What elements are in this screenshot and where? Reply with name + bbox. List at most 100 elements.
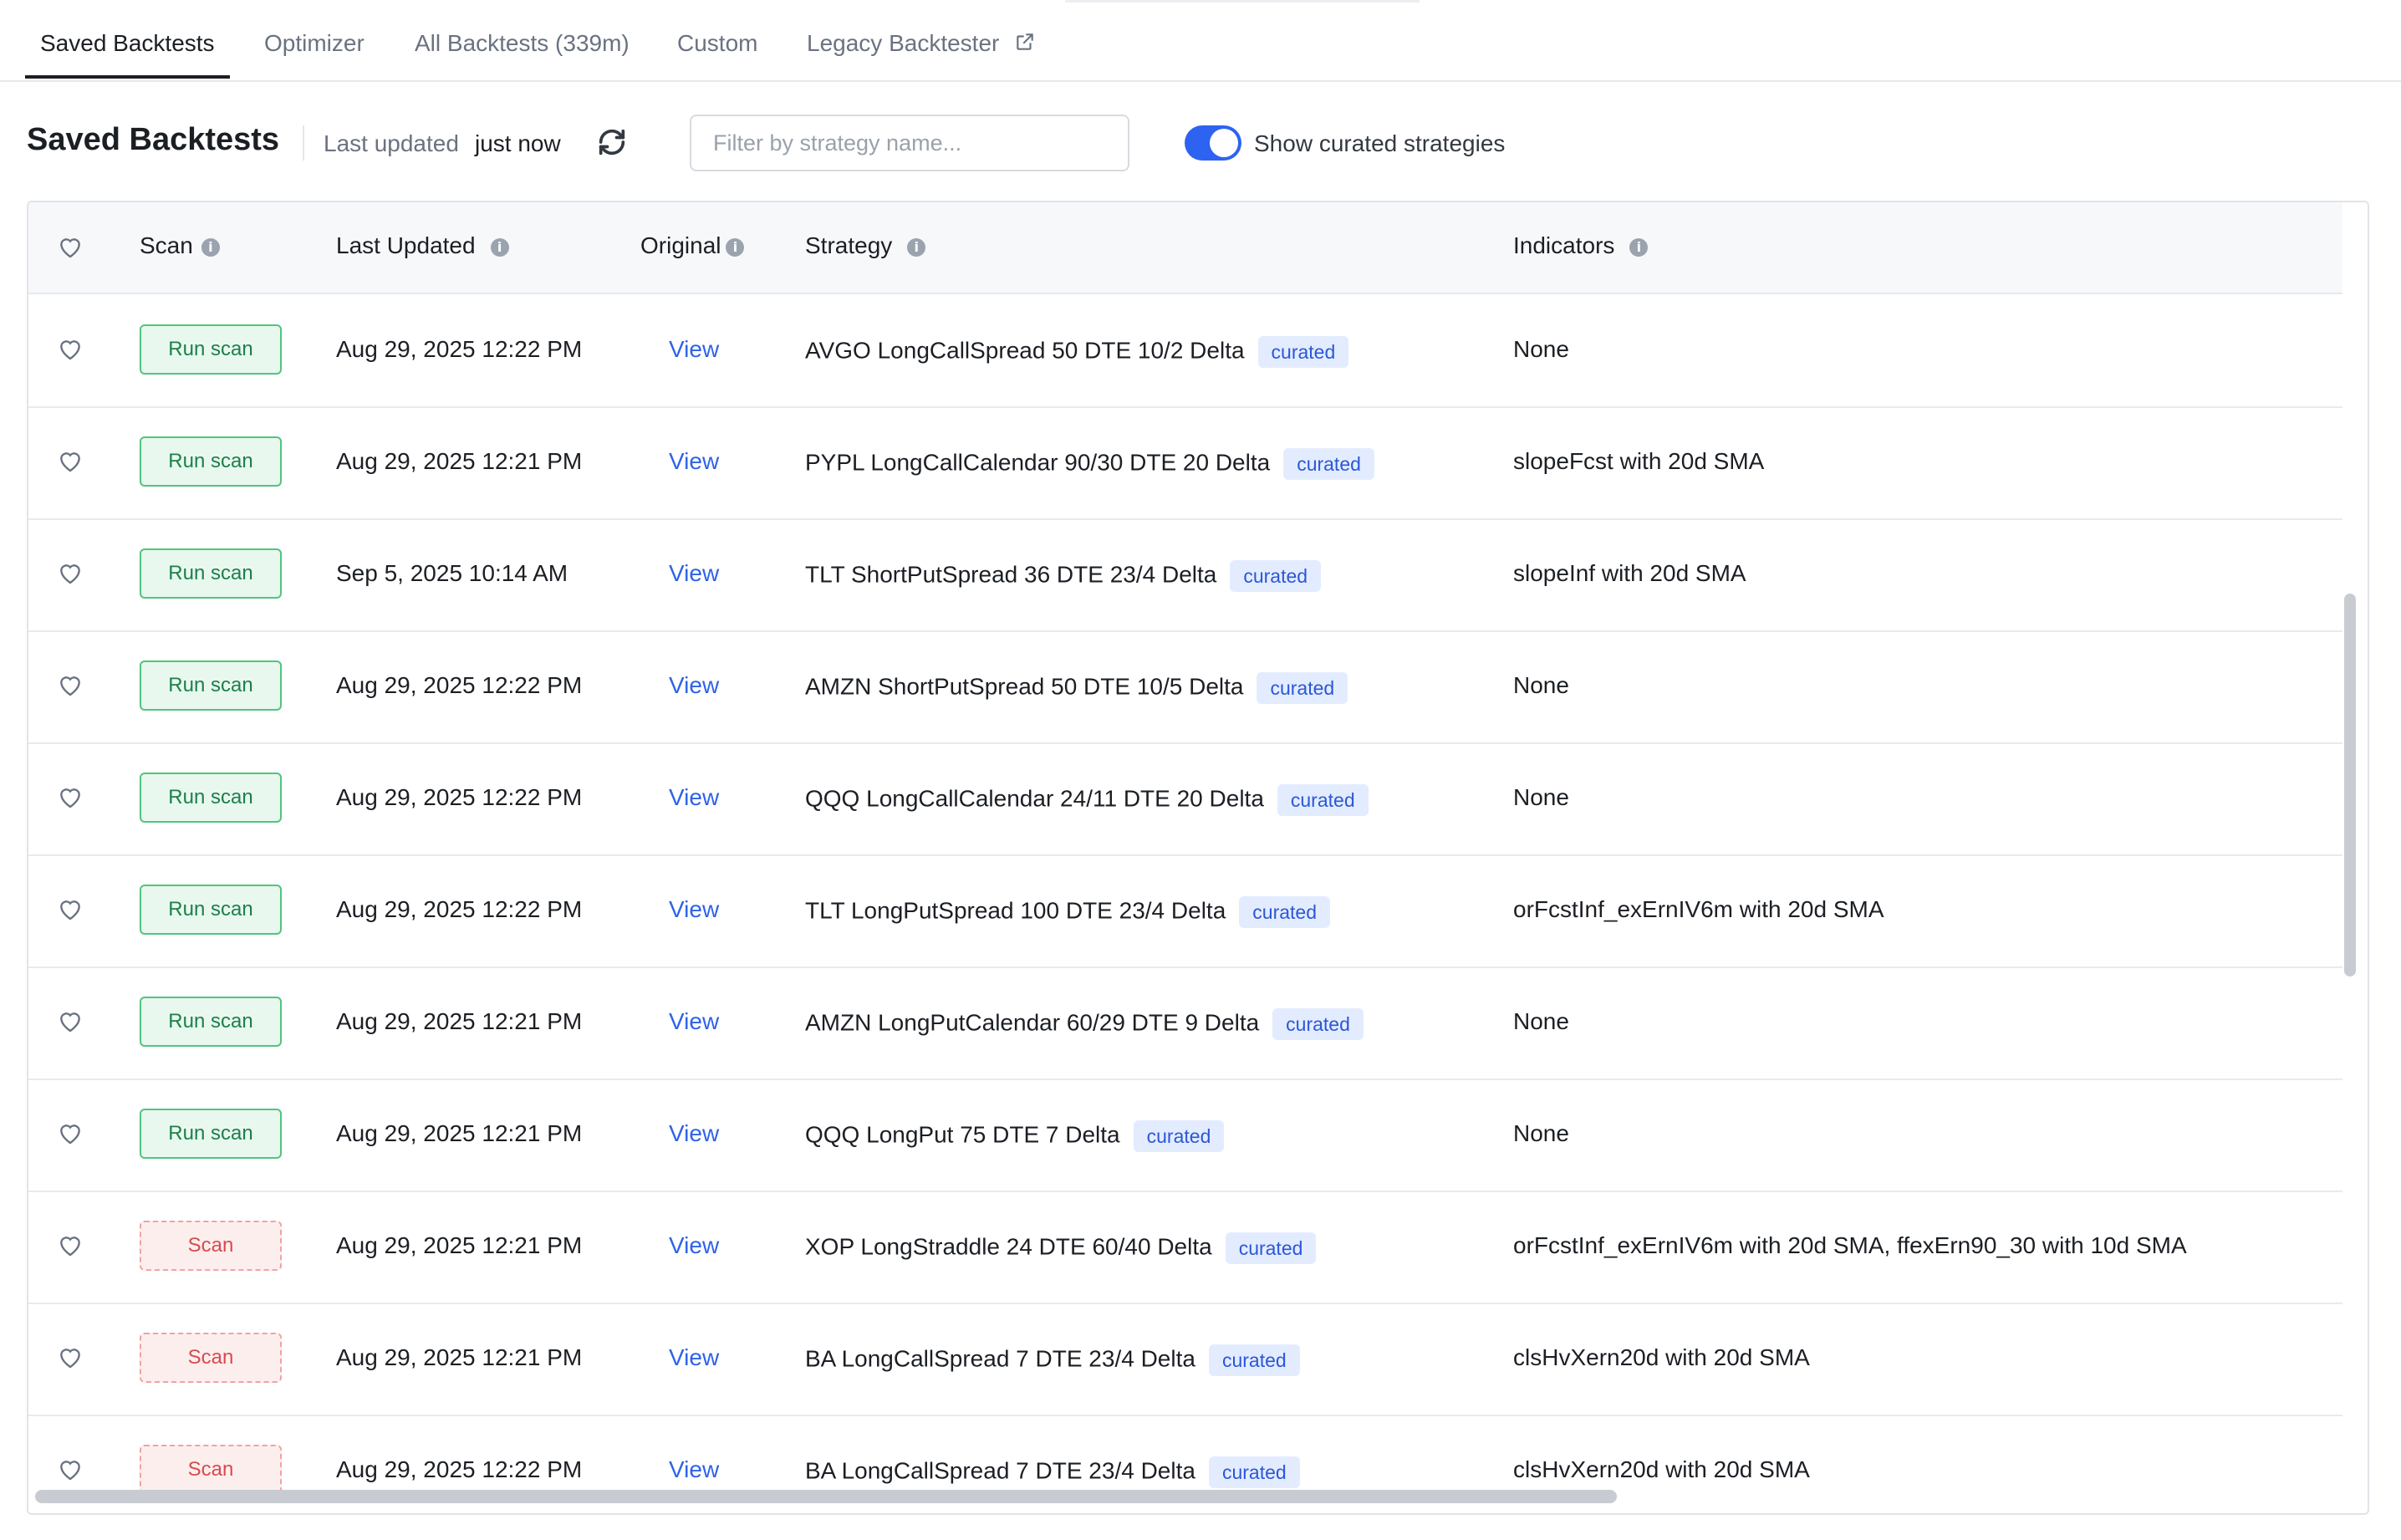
last-updated-cell: Aug 29, 2025 12:21 PM — [336, 1008, 583, 1034]
tab-saved-backtests[interactable]: Saved Backtests — [25, 30, 230, 79]
tab-bar: Saved Backtests Optimizer All Backtests … — [0, 0, 2401, 82]
strategy-name: PYPL LongCallCalendar 90/30 DTE 20 Delta — [805, 449, 1271, 476]
indicators-cell: slopeFcst with 20d SMA — [1513, 448, 1765, 474]
info-icon[interactable]: i — [490, 237, 509, 257]
scan-button[interactable]: Scan — [140, 1445, 282, 1495]
curated-badge: curated — [1133, 1120, 1225, 1152]
curated-badge: curated — [1283, 448, 1374, 480]
table-row: Run scan Sep 5, 2025 10:14 AM View TLT Shor… — [28, 518, 2342, 632]
info-icon[interactable]: i — [1629, 237, 1649, 257]
indicators-cell: None — [1513, 1120, 1569, 1146]
favorite-heart-icon[interactable] — [57, 784, 84, 809]
indicators-cell: slopeInf with 20d SMA — [1513, 560, 1746, 586]
view-original-link[interactable]: View — [669, 896, 719, 923]
run-scan-button[interactable]: Run scan — [140, 548, 282, 599]
view-original-link[interactable]: View — [669, 672, 719, 699]
favorite-heart-icon[interactable] — [57, 448, 84, 473]
indicators-cell: None — [1513, 336, 1569, 362]
tab-legacy-backtester[interactable]: Legacy Backtester — [807, 30, 1036, 79]
strategy-cell: BA LongCallSpread 7 DTE 23/4 Delta curate… — [805, 1344, 1300, 1376]
strategy-name: AVGO LongCallSpread 50 DTE 10/2 Delta — [805, 337, 1245, 364]
favorite-heart-icon[interactable] — [57, 560, 84, 585]
strategy-name: BA LongCallSpread 7 DTE 23/4 Delta — [805, 1345, 1195, 1372]
table-row: Run scan Aug 29, 2025 12:21 PM View QQQ Lon… — [28, 1079, 2342, 1192]
strategy-name: AMZN ShortPutSpread 50 DTE 10/5 Delta — [805, 673, 1244, 700]
vertical-scrollbar[interactable] — [2344, 594, 2356, 977]
strategy-cell: AMZN ShortPutSpread 50 DTE 10/5 Delta cur… — [805, 672, 1348, 704]
run-scan-button[interactable]: Run scan — [140, 1109, 282, 1159]
favorite-heart-icon[interactable] — [57, 896, 84, 921]
run-scan-button[interactable]: Run scan — [140, 324, 282, 375]
strategy-cell: AVGO LongCallSpread 50 DTE 10/2 Delta cur… — [805, 336, 1349, 368]
last-updated-cell: Aug 29, 2025 12:22 PM — [336, 784, 583, 810]
run-scan-button[interactable]: Run scan — [140, 660, 282, 711]
scan-button[interactable]: Scan — [140, 1333, 282, 1383]
strategy-filter-input[interactable] — [690, 115, 1129, 171]
column-header-original[interactable]: Original i — [640, 232, 745, 259]
view-original-link[interactable]: View — [669, 336, 719, 363]
table-header: Scan i Last Updated i Original i Strategy i … — [28, 202, 2342, 294]
strategy-cell: BA LongCallSpread 7 DTE 23/4 Delta curate… — [805, 1456, 1300, 1488]
info-icon[interactable]: i — [726, 237, 745, 257]
column-header-indicators[interactable]: Indicators i — [1513, 232, 1649, 259]
table-row: Scan Aug 29, 2025 12:21 PM View BA LongCall… — [28, 1303, 2342, 1416]
curated-toggle[interactable] — [1185, 125, 1241, 161]
run-scan-button[interactable]: Run scan — [140, 885, 282, 935]
view-original-link[interactable]: View — [669, 1120, 719, 1147]
strategy-name: BA LongCallSpread 7 DTE 23/4 Delta — [805, 1457, 1195, 1484]
view-original-link[interactable]: View — [669, 560, 719, 587]
indicators-cell: None — [1513, 672, 1569, 698]
scan-button[interactable]: Scan — [140, 1221, 282, 1271]
tab-label: All Backtests (339m) — [415, 30, 630, 56]
page-title: Saved Backtests — [27, 122, 280, 157]
view-original-link[interactable]: View — [669, 1344, 719, 1371]
column-header-last-updated[interactable]: Last Updated i — [336, 232, 509, 259]
run-scan-button[interactable]: Run scan — [140, 997, 282, 1047]
strategy-cell: PYPL LongCallCalendar 90/30 DTE 20 Delta… — [805, 448, 1374, 480]
curated-badge: curated — [1257, 672, 1348, 704]
tab-label: Saved Backtests — [40, 30, 215, 56]
table-row: Scan Aug 29, 2025 12:21 PM View XOP LongStr… — [28, 1191, 2342, 1304]
view-original-link[interactable]: View — [669, 784, 719, 811]
run-scan-button[interactable]: Run scan — [140, 436, 282, 487]
favorite-heart-icon[interactable] — [57, 1232, 84, 1257]
view-original-link[interactable]: View — [669, 1008, 719, 1035]
last-updated-cell: Aug 29, 2025 12:21 PM — [336, 1232, 583, 1258]
favorite-header-icon[interactable] — [57, 234, 84, 259]
info-icon[interactable]: i — [201, 237, 220, 257]
last-updated-cell: Aug 29, 2025 12:22 PM — [336, 336, 583, 362]
curated-badge: curated — [1225, 1232, 1317, 1264]
tab-all-backtests[interactable]: All Backtests (339m) — [415, 30, 630, 79]
column-label: Last Updated — [336, 232, 476, 258]
refresh-icon[interactable] — [595, 125, 629, 159]
column-header-strategy[interactable]: Strategy i — [805, 232, 926, 259]
column-label: Scan — [140, 232, 193, 258]
horizontal-scrollbar[interactable] — [35, 1490, 1617, 1503]
favorite-heart-icon[interactable] — [57, 1120, 84, 1145]
column-header-scan[interactable]: Scan i — [140, 232, 220, 259]
table-row: Run scan Aug 29, 2025 12:22 PM View TLT Lon… — [28, 854, 2342, 968]
column-label: Strategy — [805, 232, 893, 258]
favorite-heart-icon[interactable] — [57, 336, 84, 361]
last-updated-cell: Aug 29, 2025 12:22 PM — [336, 672, 583, 698]
tab-custom[interactable]: Custom — [677, 30, 757, 79]
favorite-heart-icon[interactable] — [57, 1344, 84, 1369]
favorite-heart-icon[interactable] — [57, 672, 84, 697]
column-label: Indicators — [1513, 232, 1615, 258]
tab-label: Custom — [677, 30, 758, 56]
favorite-heart-icon[interactable] — [57, 1008, 84, 1033]
tab-label: Legacy Backtester — [807, 30, 1000, 56]
run-scan-button[interactable]: Run scan — [140, 773, 282, 823]
curated-badge: curated — [1208, 1344, 1300, 1376]
info-icon[interactable]: i — [907, 237, 926, 257]
table-row: Run scan Aug 29, 2025 12:22 PM View AVGO Lo… — [28, 294, 2342, 408]
strategy-name: QQQ LongPut 75 DTE 7 Delta — [805, 1121, 1120, 1148]
view-original-link[interactable]: View — [669, 448, 719, 475]
curated-badge: curated — [1272, 1008, 1364, 1040]
view-original-link[interactable]: View — [669, 1456, 719, 1483]
tab-optimizer[interactable]: Optimizer — [264, 30, 364, 79]
curated-badge: curated — [1277, 784, 1369, 816]
favorite-heart-icon[interactable] — [57, 1456, 84, 1481]
view-original-link[interactable]: View — [669, 1232, 719, 1259]
curated-badge: curated — [1257, 336, 1349, 368]
